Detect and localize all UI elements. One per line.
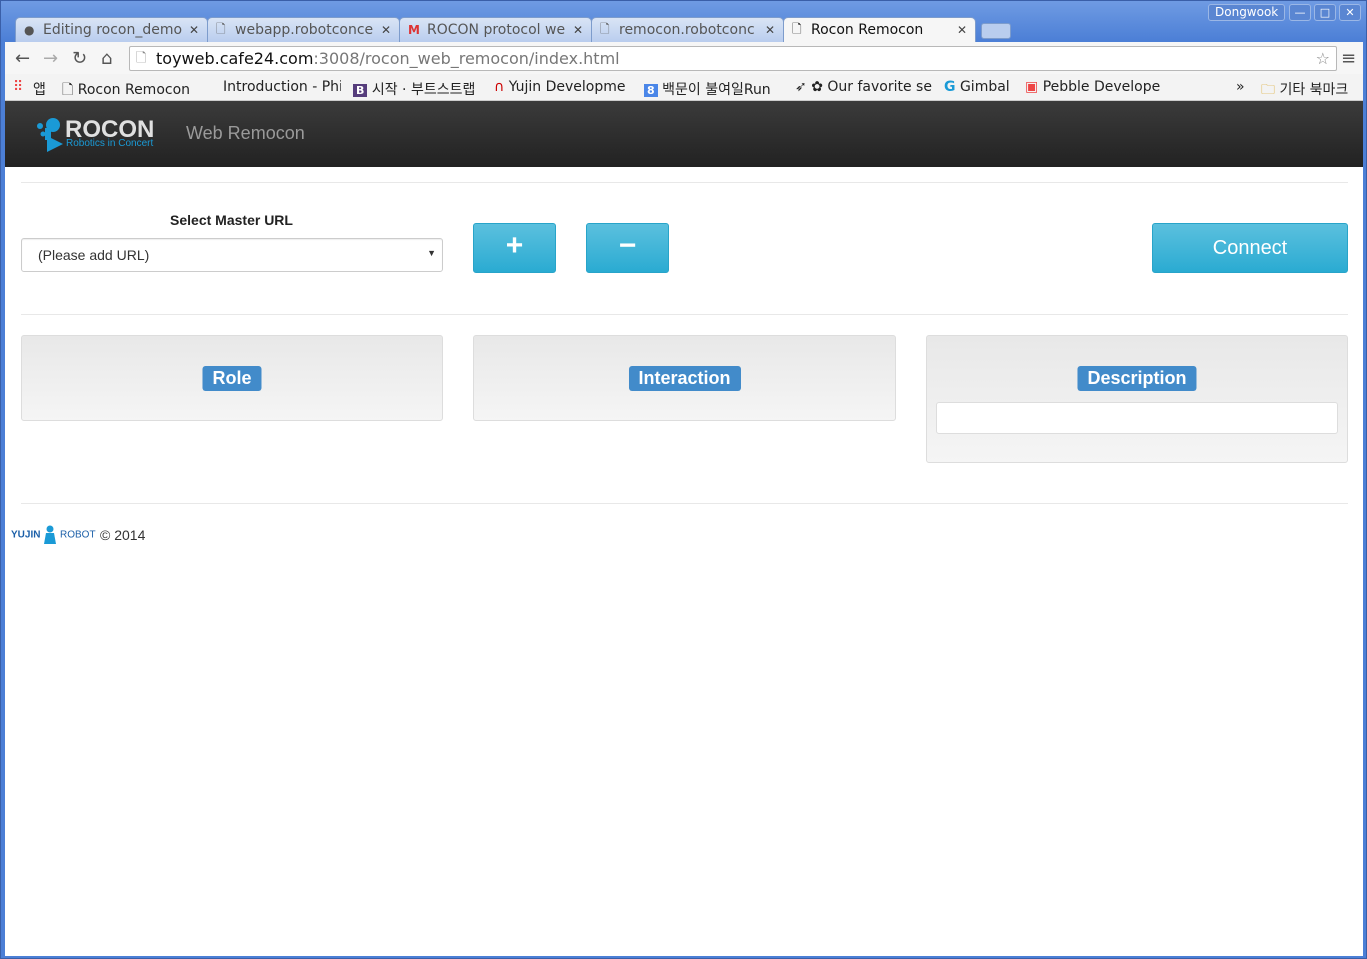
copyright: © 2014: [100, 527, 146, 543]
divider: [21, 503, 1348, 504]
star-icon[interactable]: ☆: [1316, 47, 1330, 70]
connect-button[interactable]: Connect: [1152, 223, 1348, 273]
bookmark-pebble[interactable]: ▣ Pebble Develope: [1025, 79, 1163, 95]
dropdown-arrow-icon: ▼: [427, 248, 436, 258]
bookmark-introduction[interactable]: Introduction - Phi: [223, 79, 341, 95]
tab-editing[interactable]: ● Editing rocon_demo ✕: [15, 17, 208, 42]
close-window-button[interactable]: ✕: [1339, 4, 1361, 21]
bookmark-yujin[interactable]: ∩ Yujin Developme: [494, 79, 632, 95]
github-icon: ●: [24, 23, 35, 37]
close-icon[interactable]: ✕: [573, 23, 583, 37]
other-bookmarks[interactable]: 🗀 기타 북마크: [1261, 79, 1348, 103]
address-bar[interactable]: toyweb.cafe24.com:3008/rocon_web_remocon…: [129, 46, 1337, 71]
app-title[interactable]: Web Remocon: [186, 123, 305, 144]
minimize-button[interactable]: —: [1289, 4, 1311, 21]
description-box: [936, 402, 1338, 434]
interaction-badge: Interaction: [628, 366, 741, 391]
bookmark-gimbal[interactable]: G Gimbal: [944, 79, 1010, 95]
bookmark-favorite[interactable]: ➶ ✿ Our favorite se: [795, 79, 933, 95]
tab-rocon-remocon[interactable]: 🗋 Rocon Remocon ✕: [783, 17, 976, 42]
browser-window: ● Editing rocon_demo ✕ 🗋 webapp.robotconce ✕…: [0, 0, 1367, 959]
yujin-robot-icon: [44, 525, 57, 544]
close-icon[interactable]: ✕: [381, 23, 391, 37]
close-icon[interactable]: ✕: [957, 23, 967, 37]
role-badge: Role: [202, 366, 262, 391]
page-icon: 🗋: [600, 21, 610, 36]
remove-url-button[interactable]: −: [586, 223, 669, 273]
page-icon: 🗋: [792, 21, 802, 36]
description-badge: Description: [1077, 366, 1197, 391]
page-content: ROCON Robotics in Concert Web Remocon Se…: [5, 101, 1363, 956]
master-url-label: Select Master URL: [170, 212, 293, 228]
gmail-icon: M: [408, 23, 420, 37]
bookmark-bootstrap[interactable]: B 시작 · 부트스트랩: [353, 79, 485, 99]
page-icon: 🗋: [216, 21, 226, 36]
master-url-select[interactable]: (Please add URL) ▼: [21, 238, 443, 272]
description-panel: Description: [926, 335, 1348, 463]
maximize-button[interactable]: □: [1314, 4, 1336, 21]
new-tab-button[interactable]: [981, 23, 1011, 39]
home-icon[interactable]: ⌂: [101, 48, 112, 69]
bookmarks-overflow[interactable]: »: [1236, 79, 1245, 95]
role-panel: Role: [21, 335, 443, 421]
tab-webapp[interactable]: 🗋 webapp.robotconce ✕: [207, 17, 400, 42]
divider: [21, 314, 1348, 315]
close-icon[interactable]: ✕: [189, 23, 199, 37]
page-icon: 🗋: [136, 51, 147, 66]
tab-rocon-protocol[interactable]: M ROCON protocol we ✕: [399, 17, 592, 42]
yujin-robot-logo: YUJIN ROBOT: [11, 525, 96, 545]
brand-subtitle: Robotics in Concert: [66, 138, 154, 149]
bookmarks-bar: ⠿ 앱 🗋 Rocon Remocon Introduction - Phi B…: [5, 74, 1363, 101]
back-icon[interactable]: ←: [15, 48, 30, 69]
navbar: ROCON Robotics in Concert Web Remocon: [5, 101, 1363, 167]
tab-strip: ● Editing rocon_demo ✕ 🗋 webapp.robotconce ✕…: [15, 17, 1011, 42]
menu-icon[interactable]: ≡: [1341, 48, 1356, 69]
profile-button[interactable]: Dongwook: [1208, 4, 1286, 21]
browser-toolbar: ← → ↻ ⌂ toyweb.cafe24.com:3008/rocon_web…: [5, 42, 1363, 74]
bookmark-apps[interactable]: 앱: [33, 79, 46, 99]
add-url-button[interactable]: +: [473, 223, 556, 273]
divider: [21, 182, 1348, 183]
reload-icon[interactable]: ↻: [72, 48, 87, 69]
rocon-logo-icon: [37, 118, 63, 152]
interaction-panel: Interaction: [473, 335, 896, 421]
forward-icon[interactable]: →: [43, 48, 58, 69]
tab-remocon[interactable]: 🗋 remocon.robotconc ✕: [591, 17, 784, 42]
close-icon[interactable]: ✕: [765, 23, 775, 37]
apps-icon: ⠿: [13, 79, 24, 95]
bookmark-rocon-remocon[interactable]: 🗋 Rocon Remocon: [62, 79, 192, 103]
bookmark-run[interactable]: 8 백문이 불여일Run: [644, 79, 782, 99]
